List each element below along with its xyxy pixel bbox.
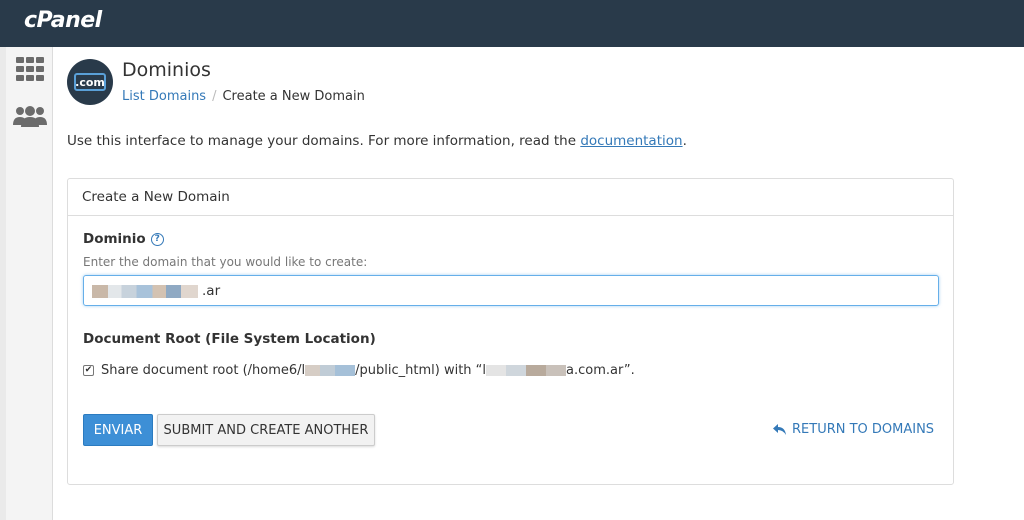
page-title: Dominios [122, 59, 211, 81]
documentation-link[interactable]: documentation [580, 133, 682, 149]
submit-button[interactable]: ENVIAR [83, 414, 153, 446]
return-arrow-icon [773, 423, 786, 435]
submit-and-create-another-button[interactable]: SUBMIT AND CREATE ANOTHER [157, 414, 375, 446]
domain-label-text: Dominio [83, 231, 146, 247]
domain-hint: Enter the domain that you would like to … [83, 255, 368, 269]
intro-prefix: Use this interface to manage your domain… [67, 133, 581, 149]
domains-logo: .com [67, 59, 113, 105]
share-text-middle: /public_html) with “l [355, 363, 487, 378]
return-to-domains-label: RETURN TO DOMAINS [792, 422, 935, 437]
intro-suffix: . [682, 133, 687, 149]
sidebar [6, 47, 53, 520]
top-bar: cPanel [0, 0, 1024, 47]
domain-label: Dominio ? [83, 231, 164, 247]
share-docroot-row: ✔ Share document root (/home6/l /public_… [83, 363, 635, 378]
main-content: .com Dominios List Domains / Create a New … [53, 47, 1024, 520]
help-icon[interactable]: ? [150, 232, 164, 246]
redacted-main-domain [486, 365, 567, 376]
grid-icon[interactable] [6, 57, 53, 81]
share-docroot-checkbox[interactable]: ✔ [83, 365, 94, 376]
breadcrumb-list-domains[interactable]: List Domains [122, 89, 206, 104]
share-text-prefix: Share document root (/home6/l [101, 363, 306, 378]
redacted-domain [92, 285, 198, 298]
intro-text: Use this interface to manage your domain… [67, 133, 687, 149]
breadcrumb: List Domains / Create a New Domain [122, 89, 365, 104]
domain-input[interactable]: .ar [83, 275, 939, 306]
users-icon[interactable] [6, 105, 53, 127]
document-root-label: Document Root (File System Location) [83, 331, 376, 347]
return-to-domains-link[interactable]: RETURN TO DOMAINS [773, 422, 934, 437]
panel-title: Create a New Domain [68, 179, 953, 216]
share-text-suffix: a.com.ar”. [566, 363, 635, 378]
create-domain-panel: Create a New Domain Dominio ? Enter the … [67, 178, 954, 485]
domain-input-value: .ar [202, 283, 221, 299]
breadcrumb-separator: / [212, 89, 217, 104]
breadcrumb-current: Create a New Domain [222, 89, 365, 104]
dotcom-icon: .com [74, 73, 106, 91]
cpanel-logo[interactable]: cPanel [24, 8, 102, 33]
redacted-user [305, 365, 356, 376]
